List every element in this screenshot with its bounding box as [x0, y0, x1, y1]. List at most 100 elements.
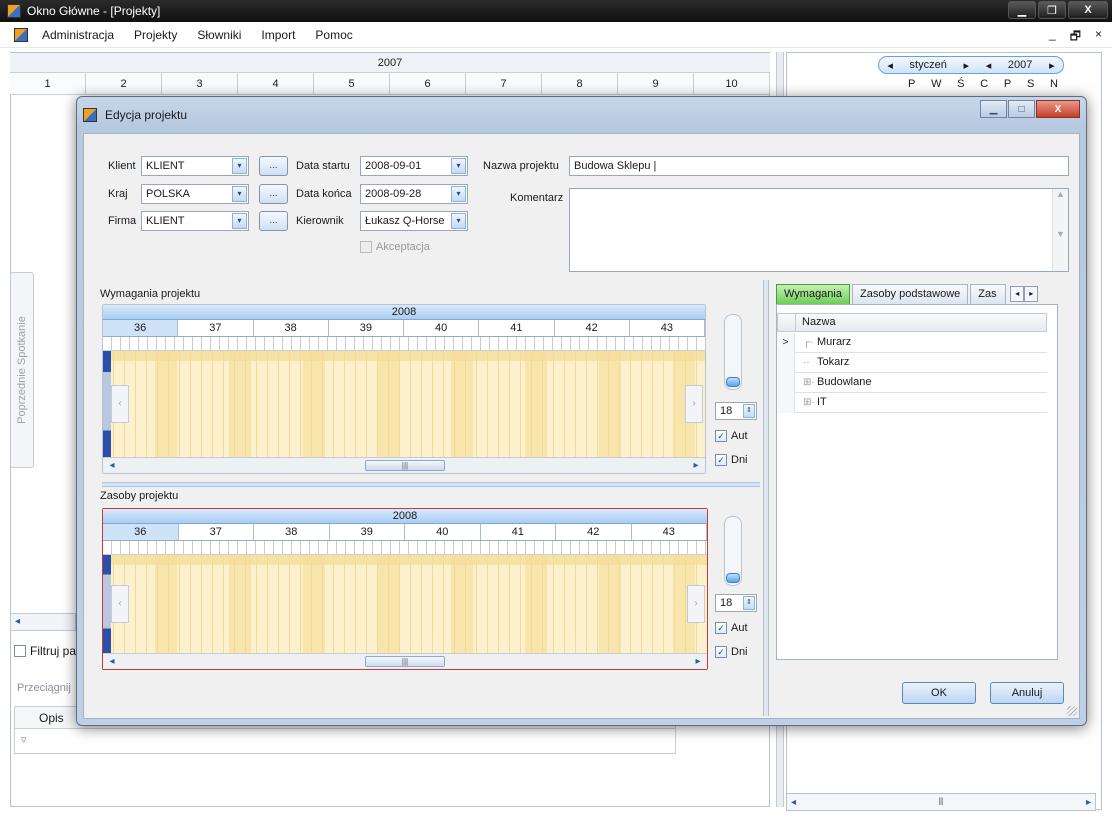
week-39[interactable]: 39 — [329, 320, 404, 336]
scroll-prev-icon[interactable]: ‹ — [111, 385, 129, 423]
close-button[interactable]: X — [1068, 1, 1108, 19]
bg-hscroll-left[interactable]: ◂ — [10, 613, 76, 631]
wymagania-aut-checkbox[interactable]: ✓ Aut — [715, 430, 748, 442]
scroll-right-icon[interactable]: ▸ — [689, 459, 703, 472]
week-42[interactable]: 42 — [556, 524, 632, 540]
chevron-down-icon[interactable]: ▾ — [451, 186, 466, 202]
klient-combo[interactable]: KLIENT ▾ — [141, 156, 249, 176]
zasoby-zoom-spin[interactable]: 18 ⇕ — [715, 594, 757, 612]
bg-right-hscroll[interactable]: ◂ ll ▸ — [786, 793, 1096, 811]
week-41[interactable]: 41 — [481, 524, 556, 540]
scroll-left-icon[interactable]: ◂ — [791, 797, 796, 808]
wymagania-dni-checkbox[interactable]: ✓ Dni — [715, 454, 748, 466]
tab-zasoby-more[interactable]: Zas — [970, 284, 1007, 304]
menu-projekty[interactable]: Projekty — [134, 28, 177, 42]
menu-import[interactable]: Import — [261, 28, 295, 42]
zasoby-aut-checkbox[interactable]: ✓ Aut — [715, 622, 748, 634]
akceptacja-box[interactable] — [360, 241, 372, 253]
scroll-right-icon[interactable]: ▸ — [691, 655, 705, 668]
scroll-next-icon[interactable]: › — [687, 585, 705, 623]
spin-updown-icon[interactable]: ⇕ — [743, 404, 755, 418]
calendar-prev-month-icon[interactable]: ◂ — [887, 59, 893, 72]
scroll-left-icon[interactable]: ◂ — [105, 459, 119, 472]
week-43[interactable]: 43 — [630, 320, 705, 336]
tree-row[interactable]: > ┌· Murarz — [777, 333, 1047, 353]
week-42[interactable]: 42 — [555, 320, 630, 336]
check-icon[interactable]: ✓ — [715, 454, 727, 466]
week-40[interactable]: 40 — [405, 524, 481, 540]
week-43[interactable]: 43 — [632, 524, 707, 540]
kraj-combo[interactable]: POLSKA ▾ — [141, 184, 249, 204]
mdi-minimize-button[interactable]: _ — [1049, 27, 1056, 48]
spin-updown-icon[interactable]: ⇕ — [743, 596, 755, 610]
nazwa-projektu-input[interactable]: Budowa Sklepu | — [569, 156, 1069, 176]
filter-checkbox[interactable] — [14, 645, 26, 657]
ok-button[interactable]: OK — [902, 682, 976, 704]
minimize-button[interactable]: ▁ — [1008, 1, 1036, 19]
expand-icon[interactable]: ⊞· — [803, 393, 815, 412]
kierownik-combo[interactable]: Łukasz Q-Horse ▾ — [360, 211, 468, 231]
tree-row[interactable]: ⊞· IT — [777, 393, 1047, 413]
bg-filter[interactable]: Filtruj pa — [14, 644, 76, 658]
check-icon[interactable]: ✓ — [715, 646, 727, 658]
slider-knob[interactable] — [726, 377, 740, 387]
expand-icon[interactable]: ⊞· — [803, 373, 815, 392]
zasoby-hscroll[interactable]: ◂ ||| ▸ — [103, 653, 707, 669]
firma-browse-button[interactable]: ... — [259, 211, 288, 231]
check-icon[interactable]: ✓ — [715, 622, 727, 634]
previous-meeting-side-tab[interactable]: Poprzednie Spotkanie — [10, 272, 34, 468]
scroll-thumb[interactable]: ||| — [365, 460, 445, 471]
chevron-down-icon[interactable]: ▾ — [232, 186, 247, 202]
mdi-close-button[interactable]: × — [1095, 27, 1102, 48]
komentarz-textarea[interactable]: ▲ ▼ — [569, 188, 1069, 272]
dialog-close-button[interactable]: X — [1036, 100, 1080, 118]
menu-administracja[interactable]: Administracja — [42, 28, 114, 42]
kraj-browse-button[interactable]: ... — [259, 184, 288, 204]
calendar-prev-year-icon[interactable]: ◂ — [986, 59, 992, 72]
chevron-down-icon[interactable]: ▾ — [232, 158, 247, 174]
tab-next-icon[interactable]: ▸ — [1024, 286, 1039, 302]
dialog-horizontal-splitter[interactable] — [102, 482, 760, 487]
akceptacja-checkbox[interactable]: Akceptacja — [360, 241, 430, 253]
restore-button[interactable]: ❐ — [1038, 1, 1066, 19]
week-37[interactable]: 37 — [179, 524, 254, 540]
wymagania-hscroll[interactable]: ◂ ||| ▸ — [103, 457, 705, 473]
check-icon[interactable]: ✓ — [715, 430, 727, 442]
data-konca-picker[interactable]: 2008-09-28 ▾ — [360, 184, 468, 204]
calendar-year[interactable]: 2007 — [1008, 59, 1032, 71]
wymagania-zoom-spin[interactable]: 18 ⇕ — [715, 402, 757, 420]
wymagania-zoom-slider[interactable] — [724, 314, 742, 390]
scroll-left-icon[interactable]: ◂ — [105, 655, 119, 668]
scroll-right-icon[interactable]: ▸ — [1086, 797, 1091, 808]
week-40[interactable]: 40 — [404, 320, 480, 336]
zasoby-zoom-slider[interactable] — [724, 516, 742, 586]
zasoby-timeline[interactable]: 2008 36 37 38 39 40 41 42 43 ‹ › ◂ ||| ▸ — [102, 508, 708, 670]
data-startu-picker[interactable]: 2008-09-01 ▾ — [360, 156, 468, 176]
tree-row[interactable]: ⊞· Budowlane — [777, 373, 1047, 393]
week-36[interactable]: 36 — [103, 320, 179, 336]
chevron-down-icon[interactable]: ▾ — [451, 158, 466, 174]
calendar-next-month-icon[interactable]: ▸ — [964, 59, 970, 72]
firma-combo[interactable]: KLIENT ▾ — [141, 211, 249, 231]
scroll-thumb[interactable]: ||| — [365, 656, 445, 667]
dialog-minimize-button[interactable]: ▁ — [980, 100, 1007, 118]
cancel-button[interactable]: Anuluj — [990, 682, 1064, 704]
dialog-vertical-splitter[interactable] — [763, 280, 769, 716]
scroll-thumb[interactable]: ll — [811, 797, 1071, 808]
grid-filter-row[interactable]: ▿ — [15, 729, 675, 753]
tab-wymagania[interactable]: Wymagania — [776, 284, 850, 304]
scroll-next-icon[interactable]: › — [685, 385, 703, 423]
week-38[interactable]: 38 — [254, 320, 329, 336]
wymagania-timeline[interactable]: 2008 36 37 38 39 40 41 42 43 ‹ › ◂ ||| ▸ — [102, 304, 706, 474]
week-37[interactable]: 37 — [178, 320, 254, 336]
komentarz-scrollbar[interactable]: ▲ ▼ — [1052, 189, 1068, 271]
week-41[interactable]: 41 — [479, 320, 555, 336]
tree-row[interactable]: ·· Tokarz — [777, 353, 1047, 373]
menu-slowniki[interactable]: Słowniki — [197, 28, 241, 42]
chevron-down-icon[interactable]: ▾ — [451, 213, 466, 229]
slider-knob[interactable] — [726, 573, 740, 583]
zasoby-dni-checkbox[interactable]: ✓ Dni — [715, 646, 748, 658]
tree-header[interactable]: Nazwa — [777, 313, 1047, 332]
wymagania-grid[interactable]: ‹ › — [103, 351, 705, 457]
week-39[interactable]: 39 — [330, 524, 405, 540]
